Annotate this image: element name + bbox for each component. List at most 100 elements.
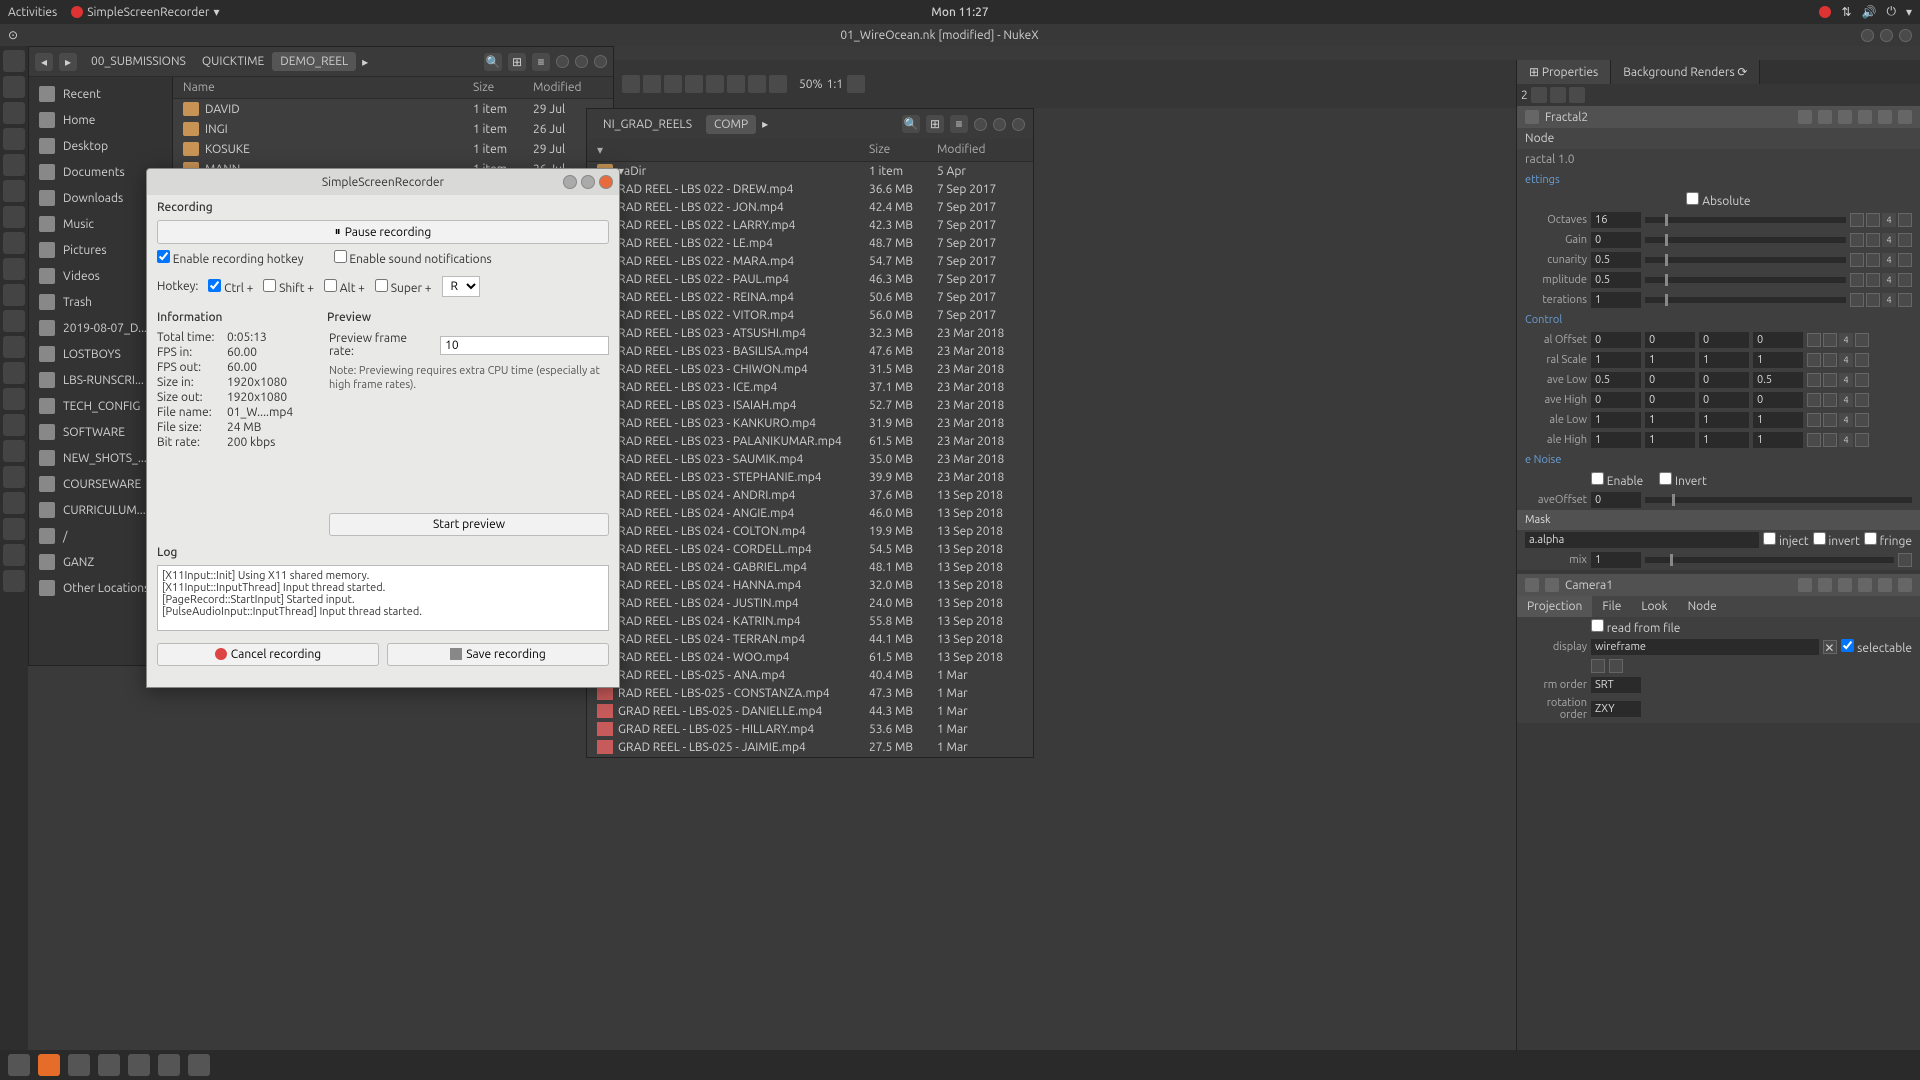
- launcher-icon[interactable]: [3, 258, 25, 280]
- save-recording-button[interactable]: Save recording: [387, 643, 609, 666]
- list-item[interactable]: RAD REEL - LBS 022 - PAUL.mp446.3 MB7 Se…: [587, 270, 1033, 288]
- fm2-column-header[interactable]: ▾ Size Modified: [587, 139, 1033, 162]
- param-input[interactable]: 0: [1753, 332, 1803, 348]
- list-item[interactable]: GRAD REEL - LBS-025 - DANIELLE.mp444.3 M…: [587, 702, 1033, 720]
- list-item[interactable]: RAD REEL - LBS 022 - REINA.mp450.6 MB7 S…: [587, 288, 1033, 306]
- node-btn-icon[interactable]: [1838, 110, 1852, 124]
- menu-icon[interactable]: ≡: [532, 53, 550, 71]
- fringe-checkbox[interactable]: fringe: [1864, 532, 1912, 548]
- color-button[interactable]: [1850, 293, 1864, 307]
- expand-button[interactable]: [1898, 253, 1912, 267]
- clear-icon[interactable]: [1550, 87, 1566, 103]
- minimize-icon[interactable]: [563, 175, 577, 189]
- log-textarea[interactable]: [X11Input::Init] Using X11 shared memory…: [157, 565, 609, 631]
- dock-icon[interactable]: [128, 1054, 150, 1076]
- list-item[interactable]: RAD REEL - LBS 023 - PALANIKUMAR.mp461.5…: [587, 432, 1033, 450]
- anim-button[interactable]: [1823, 433, 1837, 447]
- list-item[interactable]: RAD REEL - LBS 024 - HANNA.mp432.0 MB13 …: [587, 576, 1033, 594]
- color-button[interactable]: [1807, 433, 1821, 447]
- color-button[interactable]: [1850, 213, 1864, 227]
- launcher-icon[interactable]: [3, 518, 25, 540]
- anim-button[interactable]: [1866, 213, 1880, 227]
- activities-button[interactable]: Activities: [8, 6, 57, 19]
- launcher-icon[interactable]: [3, 232, 25, 254]
- launcher-icon[interactable]: [3, 206, 25, 228]
- grid-view-icon[interactable]: ⊞: [508, 53, 526, 71]
- launcher-icon[interactable]: [3, 102, 25, 124]
- param-input[interactable]: 0: [1699, 372, 1749, 388]
- viewer-icon[interactable]: [664, 75, 682, 93]
- absolute-checkbox[interactable]: Absolute: [1686, 192, 1750, 208]
- dock-icon[interactable]: [188, 1054, 210, 1076]
- color-button[interactable]: [1850, 253, 1864, 267]
- close-icon[interactable]: [1012, 118, 1025, 131]
- launcher-icon[interactable]: [3, 50, 25, 72]
- launcher-icon[interactable]: [3, 570, 25, 592]
- param-input[interactable]: 0: [1645, 372, 1695, 388]
- param-input[interactable]: 1: [1753, 352, 1803, 368]
- channel-button[interactable]: 4: [1839, 413, 1853, 427]
- nuke-menu-icon[interactable]: ⊙: [8, 28, 18, 42]
- param-input[interactable]: 0.5: [1753, 372, 1803, 388]
- chevron-right-icon[interactable]: ▸: [362, 55, 368, 69]
- list-item[interactable]: RAD REEL - LBS 023 - BASILISA.mp447.6 MB…: [587, 342, 1033, 360]
- maximize-icon[interactable]: [1880, 29, 1893, 42]
- network-icon[interactable]: ⇅: [1841, 5, 1851, 19]
- breadcrumb[interactable]: NI_GRAD_REELS: [595, 115, 700, 134]
- volume-icon[interactable]: 🔊: [1862, 5, 1877, 19]
- alt-checkbox[interactable]: Alt +: [324, 279, 365, 295]
- maximize-icon[interactable]: [581, 175, 595, 189]
- viewer-ratio[interactable]: 1:1: [827, 78, 844, 91]
- slider[interactable]: [1645, 497, 1912, 503]
- param-input[interactable]: 1: [1645, 412, 1695, 428]
- close-icon[interactable]: [1898, 578, 1912, 592]
- clock[interactable]: Mon 11:27: [931, 6, 988, 19]
- list-item[interactable]: KOSUKE1 item29 Jul: [173, 139, 613, 159]
- expand-button[interactable]: [1898, 293, 1912, 307]
- param-input[interactable]: 1: [1591, 352, 1641, 368]
- list-item[interactable]: RAD REEL - LBS 024 - COLTON.mp419.9 MB13…: [587, 522, 1033, 540]
- recording-indicator-icon[interactable]: [1819, 6, 1831, 18]
- launcher-icon[interactable]: [3, 492, 25, 514]
- camera-tab[interactable]: Projection: [1517, 596, 1592, 617]
- list-item[interactable]: RAD REEL - LBS 024 - GABRIEL.mp448.1 MB1…: [587, 558, 1033, 576]
- launcher-icon[interactable]: [3, 154, 25, 176]
- launcher-icon[interactable]: [3, 310, 25, 332]
- list-item[interactable]: RAD REEL - LBS-025 - ANA.mp440.4 MB1 Mar: [587, 666, 1033, 684]
- back-button[interactable]: ◂: [35, 53, 53, 71]
- param-input[interactable]: 1: [1699, 412, 1749, 428]
- breadcrumb[interactable]: DEMO_REEL: [272, 52, 356, 71]
- color-button[interactable]: [1850, 273, 1864, 287]
- expand-button[interactable]: [1855, 413, 1869, 427]
- param-input[interactable]: 0: [1753, 392, 1803, 408]
- minimize-icon[interactable]: [1861, 29, 1874, 42]
- prop-count[interactable]: 2: [1521, 89, 1528, 102]
- channel-button[interactable]: 4: [1882, 253, 1896, 267]
- camera-tab[interactable]: Node: [1678, 596, 1727, 617]
- slider[interactable]: [1645, 277, 1846, 283]
- chevron-down-icon[interactable]: ▾: [1906, 5, 1912, 19]
- slider[interactable]: [1645, 297, 1846, 303]
- icon[interactable]: [1609, 659, 1623, 673]
- enable-hotkey-checkbox[interactable]: Enable recording hotkey: [157, 250, 304, 266]
- param-input[interactable]: 0: [1591, 392, 1641, 408]
- param-input[interactable]: 0: [1591, 332, 1641, 348]
- menu-icon[interactable]: ≡: [950, 115, 968, 133]
- sidebar-place[interactable]: Home: [29, 107, 172, 133]
- tab-background-renders[interactable]: Background Renders ⟳: [1611, 60, 1760, 84]
- launcher-icon[interactable]: [3, 544, 25, 566]
- list-item[interactable]: ▾aDir 1 item 5 Apr: [587, 162, 1033, 180]
- viewer-icon[interactable]: [643, 75, 661, 93]
- list-item[interactable]: RAD REEL - LBS 024 - ANDRI.mp437.6 MB13 …: [587, 486, 1033, 504]
- transform-order-select[interactable]: SRT: [1591, 677, 1641, 693]
- node-btn-icon[interactable]: [1858, 578, 1872, 592]
- mask-channel-select[interactable]: a.alpha: [1525, 532, 1759, 548]
- list-item[interactable]: RAD REEL - LBS 022 - DREW.mp436.6 MB7 Se…: [587, 180, 1033, 198]
- tab-properties[interactable]: ⊞ Properties: [1517, 60, 1611, 84]
- expand-button[interactable]: [1898, 233, 1912, 247]
- param-input[interactable]: 1: [1645, 352, 1695, 368]
- param-input[interactable]: 1: [1753, 432, 1803, 448]
- list-item[interactable]: RAD REEL - LBS 024 - KATRIN.mp455.8 MB13…: [587, 612, 1033, 630]
- channel-button[interactable]: 4: [1882, 213, 1896, 227]
- expand-button[interactable]: [1855, 353, 1869, 367]
